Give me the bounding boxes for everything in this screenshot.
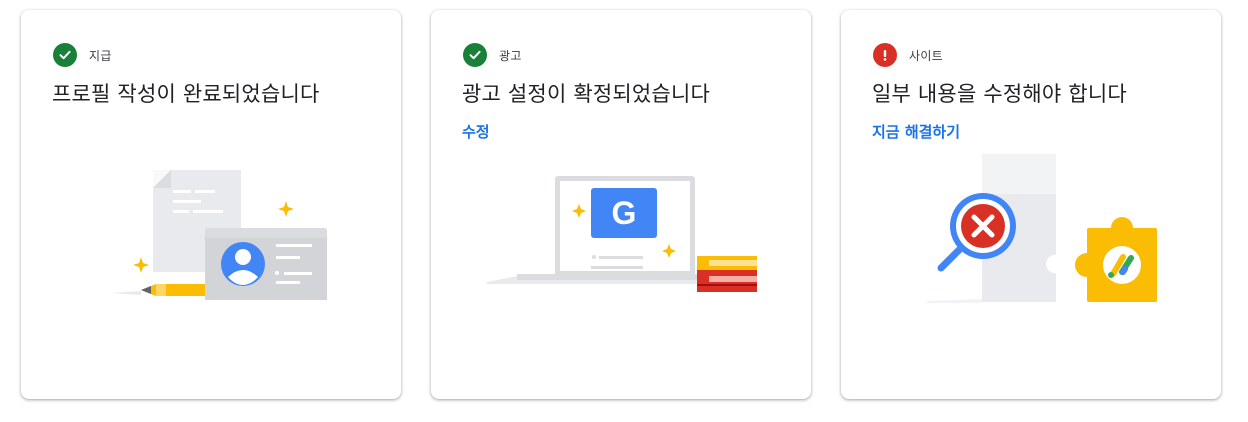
status-label: 광고 (499, 48, 522, 63)
check-circle-icon (463, 43, 487, 67)
profile-illustration (111, 170, 327, 300)
status-label: 사이트 (909, 48, 944, 63)
card-title: 프로필 작성이 완료되었습니다 (52, 82, 320, 106)
payments-card: 지급 프로필 작성이 완료되었습니다 (21, 10, 401, 399)
fix-now-link[interactable]: 지금 해결하기 (872, 121, 960, 142)
status-row: 사이트 (873, 42, 943, 68)
status-label: 지급 (89, 48, 112, 63)
status-row: 광고 (463, 42, 522, 68)
status-row: 지급 (53, 42, 112, 68)
ads-card: 광고 광고 설정이 확정되었습니다 수정 G (431, 10, 811, 399)
check-circle-icon (53, 43, 77, 67)
exclamation-circle-icon (873, 43, 897, 67)
card-title: 광고 설정이 확정되었습니다 (462, 82, 710, 106)
card-title: 일부 내용을 수정해야 합니다 (872, 82, 1127, 106)
edit-link[interactable]: 수정 (462, 121, 490, 142)
laptop-illustration: G (487, 176, 757, 292)
g-logo-text: G (612, 195, 637, 231)
sites-card: 사이트 일부 내용을 수정해야 합니다 지금 해결하기 (841, 10, 1221, 399)
site-issue-illustration (927, 154, 1157, 303)
